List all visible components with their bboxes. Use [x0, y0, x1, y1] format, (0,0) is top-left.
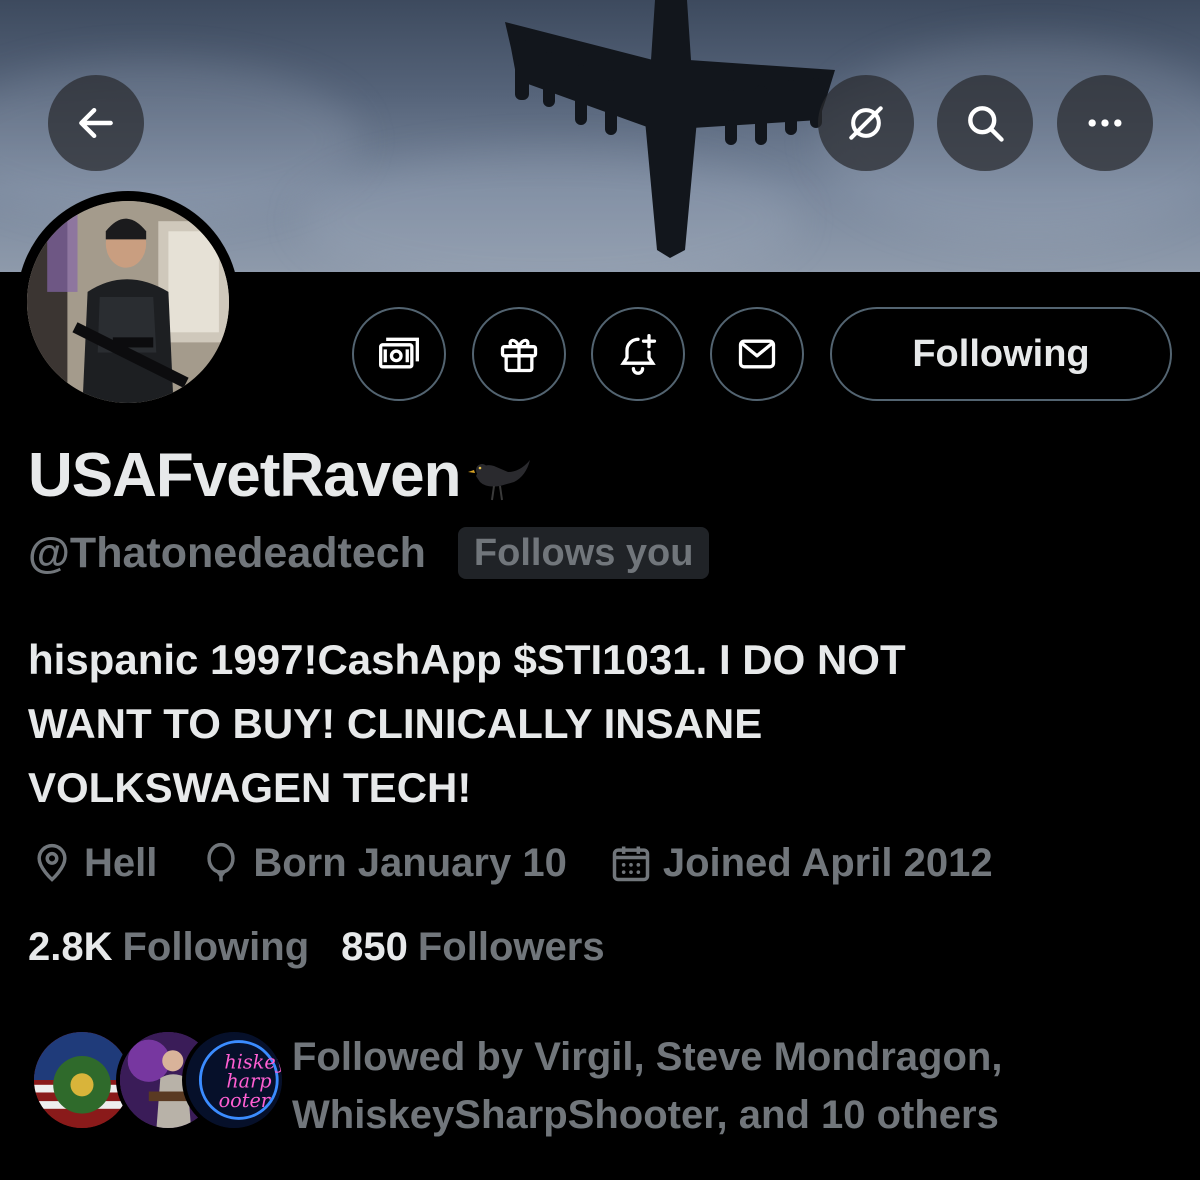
bio-line: WANT TO BUY! CLINICALLY INSANE — [28, 700, 763, 747]
notifications-button[interactable] — [591, 307, 685, 401]
user-handle: @Thatonedeadtech — [28, 528, 426, 577]
joined-text: Joined April 2012 — [662, 840, 993, 885]
calendar-icon — [612, 846, 650, 882]
back-button[interactable] — [48, 75, 144, 171]
search-icon — [968, 106, 1004, 142]
handle-row: @Thatonedeadtech Follows you — [28, 527, 710, 579]
banner-aircraft-silhouette — [505, 0, 835, 258]
more-button[interactable] — [1057, 75, 1153, 171]
profile-bio: hispanic 1997!CashApp $STI1031. I DO NOT… — [28, 628, 1128, 820]
gift-button[interactable] — [472, 307, 566, 401]
location-text: Hell — [84, 840, 158, 885]
money-icon — [379, 337, 419, 369]
follows-you-badge: Follows you — [457, 527, 710, 579]
follow-stats: 2.8K Following 850 Followers — [28, 925, 637, 970]
mini-avatar-whiskeysharpshooter: hiskey harp ooter — [182, 1028, 286, 1132]
bio-line: VOLKSWAGEN TECH! — [28, 764, 472, 811]
grok-button[interactable] — [818, 75, 914, 171]
envelope-icon — [738, 339, 776, 369]
display-name-row: USAFvetRaven — [28, 440, 534, 511]
location-item: Hell — [30, 841, 157, 886]
profile-meta: Hell Born January 10 Joined April 2012 — [30, 838, 1035, 888]
birthday-item: Born January 10 — [199, 840, 567, 886]
gift-icon — [500, 338, 538, 373]
followers-link[interactable]: Followers — [418, 925, 605, 970]
following-button[interactable]: Following — [830, 307, 1172, 401]
message-button[interactable] — [710, 307, 804, 401]
followers-count[interactable]: 850 — [341, 925, 408, 970]
search-button[interactable] — [937, 75, 1033, 171]
followed-by-line: WhiskeySharpShooter, and 10 others — [292, 1093, 999, 1137]
followed-by-section[interactable]: hiskey harp ooter Followed by Virgil, St… — [30, 1028, 1112, 1144]
joined-item: Joined April 2012 — [609, 841, 993, 886]
bio-line: hispanic 1997!CashApp $STI1031. I DO NOT — [28, 636, 906, 683]
grok-icon — [849, 106, 883, 140]
profile-avatar[interactable] — [17, 191, 239, 413]
birthday-text: Born January 10 — [253, 840, 567, 885]
mini-avatar-text: ooter — [219, 1089, 272, 1112]
balloon-icon — [207, 842, 236, 882]
avatar-photo — [27, 201, 229, 403]
more-horizontal-icon — [1088, 119, 1122, 127]
followers-you-know-avatars[interactable]: hiskey harp ooter — [30, 1028, 286, 1134]
arrow-left-icon — [79, 107, 113, 139]
following-count[interactable]: 2.8K — [28, 925, 113, 970]
display-name: USAFvetRaven — [28, 441, 461, 510]
blackbird-emoji-icon — [468, 459, 531, 500]
following-link[interactable]: Following — [123, 925, 310, 970]
tip-button[interactable] — [352, 307, 446, 401]
followed-by-text[interactable]: Followed by Virgil, Steve Mondragon, Whi… — [292, 1028, 1112, 1144]
location-pin-icon — [37, 843, 67, 882]
followed-by-line: Followed by Virgil, Steve Mondragon, — [292, 1035, 1003, 1079]
bell-plus-icon — [620, 334, 657, 375]
